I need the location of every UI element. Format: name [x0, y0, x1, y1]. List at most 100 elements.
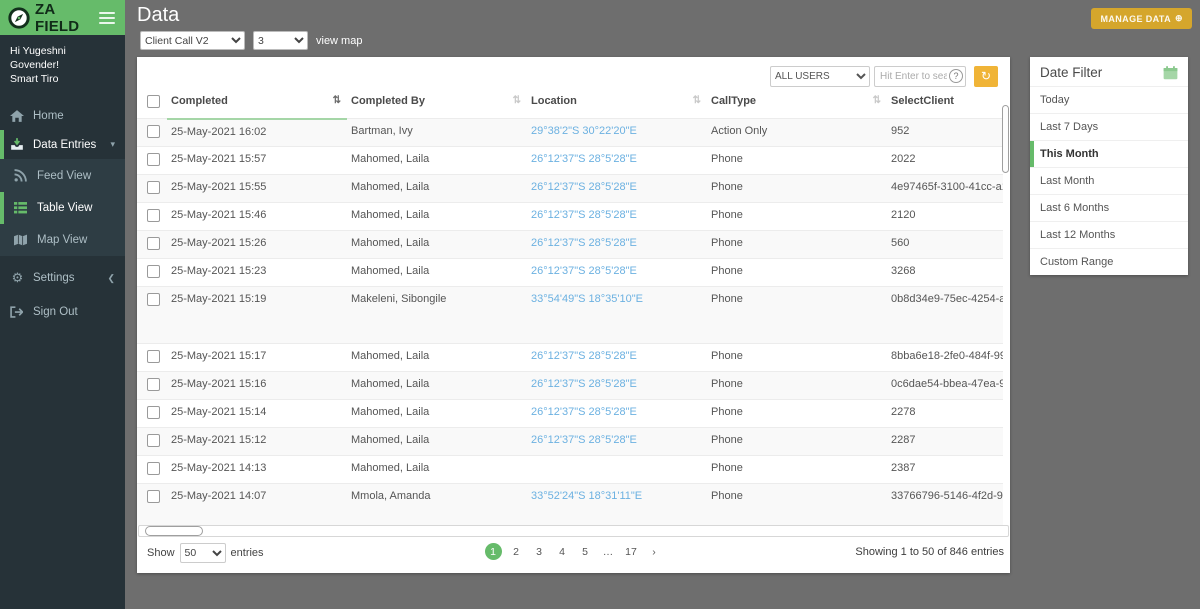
horizontal-scrollbar-thumb[interactable] [145, 526, 203, 536]
location-cell: 26°12'37"S 28°5'28"E [527, 371, 707, 400]
column-header-calltype[interactable]: CallType ⇅ [707, 88, 887, 119]
row-checkbox-cell [137, 118, 167, 147]
page-button[interactable]: 2 [508, 543, 525, 560]
selectclient-cell: 2287 [887, 427, 1003, 456]
sidebar-item-feed-view[interactable]: Feed View [0, 159, 125, 192]
location-link[interactable]: 26°12'37"S 28°5'28"E [531, 265, 637, 277]
date-filter-option[interactable]: Last Month [1030, 167, 1188, 194]
selectclient-cell: 3268 [887, 258, 1003, 287]
table-row: 25-May-2021 14:07 Mmola, Amanda 33°52'24"S… [137, 483, 1003, 525]
completed-cell: 25-May-2021 15:26 [167, 230, 347, 259]
chevron-down-icon: ▾ [110, 139, 115, 149]
date-filter-panel: Date Filter Today Last 7 Days This Month La… [1030, 57, 1188, 275]
sidebar-item-home[interactable]: Home [0, 102, 125, 130]
question-circle-icon[interactable]: ? [949, 69, 963, 83]
column-header-completed-by[interactable]: Completed By ⇅ [347, 88, 527, 119]
next-page-button[interactable]: › [646, 543, 663, 560]
row-checkbox[interactable] [147, 462, 160, 475]
refresh-button[interactable]: ↻ [974, 66, 998, 87]
sidebar-item-sign-out[interactable]: Sign Out [0, 298, 125, 326]
row-checkbox[interactable] [147, 350, 160, 363]
sidebar-item-label: Home [33, 110, 64, 122]
selectclient-cell: 952 [887, 118, 1003, 147]
row-checkbox-cell [137, 146, 167, 175]
calltype-cell: Phone [707, 258, 887, 287]
completed-cell: 25-May-2021 15:55 [167, 174, 347, 203]
location-link[interactable]: 26°12'37"S 28°5'28"E [531, 153, 637, 165]
location-link[interactable]: 33°54'49"S 18°35'10"E [531, 293, 643, 305]
horizontal-scrollbar[interactable] [138, 525, 1009, 537]
table-row: 25-May-2021 15:14 Mahomed, Laila 26°12'37"… [137, 399, 1003, 428]
row-checkbox[interactable] [147, 434, 160, 447]
row-checkbox-cell [137, 202, 167, 231]
sort-icon[interactable]: ⇅ [513, 95, 521, 106]
column-header-selectclient[interactable]: SelectClient [887, 88, 1003, 119]
form-select[interactable]: Client Call V2 [140, 31, 245, 50]
completed-by-cell: Mahomed, Laila [347, 230, 527, 259]
sidebar-item-settings[interactable]: ⚙ Settings ❮ [0, 262, 125, 294]
calltype-cell: Phone [707, 230, 887, 259]
selectclient-cell: 8bba6e18-2fe0-484f-99f3-a8c7 [887, 343, 1003, 372]
page-button[interactable]: 4 [554, 543, 571, 560]
page-button[interactable]: … [600, 543, 617, 560]
row-checkbox[interactable] [147, 153, 160, 166]
sidebar-item-label: Sign Out [33, 306, 78, 318]
date-filter-option[interactable]: Last 6 Months [1030, 194, 1188, 221]
card-footer: Show 50 entries 1 2 3 4 5… 17 › Showing 1 to 5… [137, 540, 1010, 573]
date-filter-option[interactable]: Today [1030, 86, 1188, 113]
table-row: 25-May-2021 15:23 Mahomed, Laila 26°12'37"… [137, 258, 1003, 287]
date-filter-option[interactable]: Custom Range [1030, 248, 1188, 275]
page-button[interactable]: 5 [577, 543, 594, 560]
location-link[interactable]: 26°12'37"S 28°5'28"E [531, 350, 637, 362]
vertical-scrollbar-thumb[interactable] [1002, 105, 1009, 173]
row-checkbox[interactable] [147, 265, 160, 278]
location-link[interactable]: 26°12'37"S 28°5'28"E [531, 434, 637, 446]
completed-cell: 25-May-2021 15:12 [167, 427, 347, 456]
location-link[interactable]: 29°38'2"S 30°22'20"E [531, 125, 637, 137]
row-checkbox[interactable] [147, 490, 160, 503]
row-checkbox[interactable] [147, 237, 160, 250]
completed-cell: 25-May-2021 14:13 [167, 455, 347, 484]
completed-by-cell: Mahomed, Laila [347, 343, 527, 372]
count-select[interactable]: 3 [253, 31, 308, 50]
manage-data-button[interactable]: MANAGE DATA ⊕ [1091, 8, 1192, 29]
completed-by-cell: Mahomed, Laila [347, 146, 527, 175]
row-checkbox[interactable] [147, 209, 160, 222]
date-filter-option[interactable]: Last 12 Months [1030, 221, 1188, 248]
row-checkbox[interactable] [147, 125, 160, 138]
page-button[interactable]: 17 [623, 543, 640, 560]
column-header-location[interactable]: Location ⇅ [527, 88, 707, 119]
calltype-cell: Action Only [707, 118, 887, 147]
sort-icon[interactable]: ⇅ [333, 95, 341, 106]
location-link[interactable]: 26°12'37"S 28°5'28"E [531, 209, 637, 221]
page-button-active[interactable]: 1 [484, 543, 502, 560]
vertical-scrollbar[interactable] [1002, 105, 1009, 225]
completed-by-cell: Bartman, Ivy [347, 118, 527, 147]
location-link[interactable]: 33°52'24"S 18°31'11"E [531, 490, 642, 502]
row-checkbox[interactable] [147, 293, 160, 306]
location-link[interactable]: 26°12'37"S 28°5'28"E [531, 237, 637, 249]
sort-icon[interactable]: ⇅ [693, 95, 701, 106]
view-map-link[interactable]: view map [316, 35, 362, 47]
location-cell: 26°12'37"S 28°5'28"E [527, 427, 707, 456]
sort-icon[interactable]: ⇅ [873, 95, 881, 106]
calltype-cell: Phone [707, 146, 887, 175]
users-filter-select[interactable]: ALL USERS [770, 66, 870, 87]
sidebar-item-table-view[interactable]: Table View [0, 192, 125, 224]
date-filter-option[interactable]: Last 7 Days [1030, 113, 1188, 140]
date-filter-option[interactable]: This Month [1030, 140, 1188, 167]
location-link[interactable]: 26°12'37"S 28°5'28"E [531, 406, 637, 418]
sidebar-item-map-view[interactable]: Map View [0, 224, 125, 256]
hamburger-icon[interactable] [97, 10, 117, 26]
selectclient-cell: 33766796-5146-4f2d-9f49-ad2b [887, 483, 1003, 525]
row-checkbox[interactable] [147, 406, 160, 419]
row-checkbox[interactable] [147, 378, 160, 391]
column-header-completed[interactable]: Completed ⇅ [167, 88, 347, 120]
location-link[interactable]: 26°12'37"S 28°5'28"E [531, 181, 637, 193]
location-cell: 26°12'37"S 28°5'28"E [527, 258, 707, 287]
page-button[interactable]: 3 [531, 543, 548, 560]
sidebar-item-data-entries[interactable]: Data Entries ▾ [0, 130, 125, 159]
row-checkbox[interactable] [147, 181, 160, 194]
location-link[interactable]: 26°12'37"S 28°5'28"E [531, 378, 637, 390]
select-all-checkbox[interactable] [147, 95, 160, 108]
